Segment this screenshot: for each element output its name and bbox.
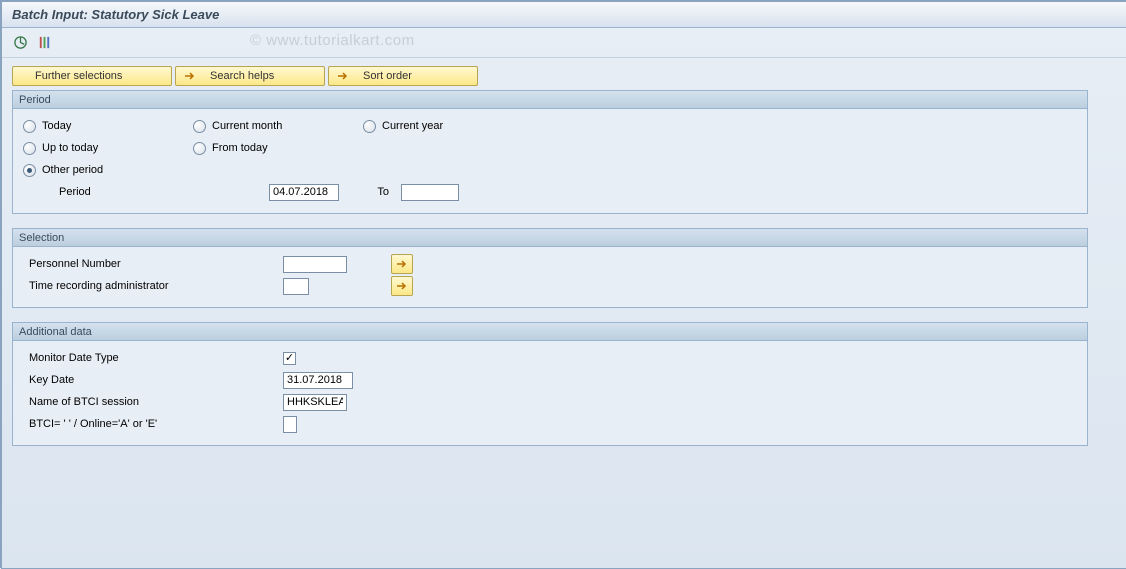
sort-order-label: Sort order <box>363 70 412 82</box>
arrow-right-icon <box>184 71 196 81</box>
personnel-number-multiple-button[interactable] <box>391 254 413 274</box>
sort-order-button[interactable]: Sort order <box>328 66 478 86</box>
btci-mode-label: BTCI= ' ' / Online='A' or 'E' <box>29 418 157 430</box>
action-button-row: Further selections Search helps Sort ord… <box>12 66 1116 86</box>
from-today-label: From today <box>212 142 268 154</box>
period-from-input[interactable] <box>269 184 339 201</box>
arrow-right-icon <box>337 71 349 81</box>
additional-header: Additional data <box>13 323 1087 341</box>
period-label: Period <box>59 186 91 198</box>
monitor-date-type-checkbox[interactable]: ✓ <box>283 352 296 365</box>
further-selections-button[interactable]: Further selections <box>12 66 172 86</box>
search-helps-button[interactable]: Search helps <box>175 66 325 86</box>
current-month-label: Current month <box>212 120 282 132</box>
selection-header: Selection <box>13 229 1087 247</box>
period-group: Period Today Current month Current year <box>12 90 1088 214</box>
page-title: Batch Input: Statutory Sick Leave <box>12 7 219 22</box>
current-year-label: Current year <box>382 120 443 132</box>
other-period-label: Other period <box>42 164 103 176</box>
btci-session-input[interactable] <box>283 394 347 411</box>
today-radio[interactable] <box>23 120 36 133</box>
up-to-today-radio[interactable] <box>23 142 36 155</box>
btci-session-label: Name of BTCI session <box>29 396 139 408</box>
other-period-radio[interactable] <box>23 164 36 177</box>
current-year-radio[interactable] <box>363 120 376 133</box>
additional-data-group: Additional data Monitor Date Type ✓ Key … <box>12 322 1088 446</box>
today-label: Today <box>42 120 71 132</box>
period-header: Period <box>13 91 1087 109</box>
btci-mode-input[interactable] <box>283 416 297 433</box>
personnel-number-label: Personnel Number <box>29 258 121 270</box>
time-admin-multiple-button[interactable] <box>391 276 413 296</box>
variants-icon[interactable] <box>34 33 54 53</box>
time-admin-input[interactable] <box>283 278 309 295</box>
current-month-radio[interactable] <box>193 120 206 133</box>
personnel-number-input[interactable] <box>283 256 347 273</box>
toolbar <box>2 28 1126 58</box>
time-admin-label: Time recording administrator <box>29 280 169 292</box>
execute-icon[interactable] <box>10 33 30 53</box>
content-area: Further selections Search helps Sort ord… <box>2 58 1126 468</box>
from-today-radio[interactable] <box>193 142 206 155</box>
selection-group: Selection Personnel Number Time recordin… <box>12 228 1088 308</box>
up-to-today-label: Up to today <box>42 142 98 154</box>
to-label: To <box>377 186 389 198</box>
title-bar: Batch Input: Statutory Sick Leave <box>2 2 1126 28</box>
key-date-label: Key Date <box>29 374 74 386</box>
monitor-date-type-label: Monitor Date Type <box>29 352 119 364</box>
key-date-input[interactable] <box>283 372 353 389</box>
search-helps-label: Search helps <box>210 70 274 82</box>
further-selections-label: Further selections <box>35 70 122 82</box>
period-to-input[interactable] <box>401 184 459 201</box>
